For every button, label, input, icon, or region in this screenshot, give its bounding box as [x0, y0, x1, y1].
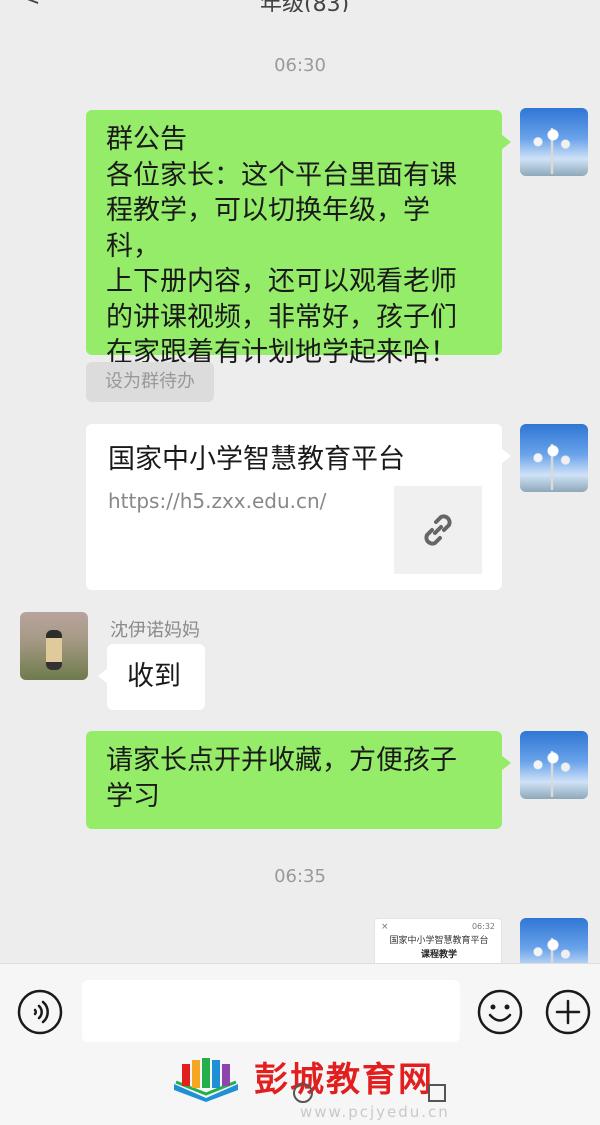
plus-icon[interactable] — [544, 988, 592, 1036]
message-line: 学习 — [106, 780, 160, 812]
watermark-brand: 彭城教育网 — [254, 1060, 434, 1100]
back-button[interactable]: < — [22, 0, 40, 11]
link-icon — [424, 514, 452, 546]
thumb-status-time: 06:32 — [471, 922, 495, 931]
watermark-url: www.pcjyedu.cn — [300, 1103, 450, 1121]
avatar[interactable] — [520, 731, 588, 799]
home-nav-icon[interactable] — [288, 1082, 318, 1104]
announcement-line: 各位家长：这个平台里面有课 — [106, 159, 457, 191]
link-card-title: 国家中小学智慧教育平台 — [108, 444, 405, 475]
set-todo-button[interactable]: 设为群待办 — [86, 362, 214, 402]
thumb-title: 国家中小学智慧教育平台 — [389, 936, 489, 946]
thumb-subtitle: 课程教学 — [420, 950, 457, 960]
avatar[interactable] — [520, 918, 588, 963]
announcement-line: 的讲课视频，非常好，孩子们 — [106, 301, 457, 333]
link-card-url: https://h5.zxx.edu.cn/ — [108, 489, 327, 513]
avatar[interactable] — [20, 612, 88, 680]
chat-title: 年级(83) — [260, 0, 349, 12]
voice-icon[interactable] — [16, 988, 64, 1036]
link-thumbnail — [394, 486, 482, 574]
message-line: 请家长点开并收藏，方便孩子 — [106, 745, 457, 776]
avatar[interactable] — [520, 108, 588, 176]
announcement-title: 群公告 — [106, 124, 187, 155]
watermark-logo-icon — [174, 1058, 238, 1102]
timestamp: 06:35 — [274, 866, 326, 887]
input-bar: 彭城教育网 — [0, 963, 600, 1125]
sender-name: 沈伊诺妈妈 — [110, 620, 200, 641]
emoji-icon[interactable] — [476, 988, 524, 1036]
announcement-bubble[interactable]: 群公告 各位家长：这个平台里面有课 程教学，可以切换年级，学科， 上下册内容，还… — [86, 110, 511, 368]
link-card[interactable]: 国家中小学智慧教育平台 https://h5.zxx.edu.cn/ — [86, 424, 511, 590]
image-message[interactable]: × 06:32 国家中小学智慧教育平台 课程教学 — [374, 918, 502, 963]
thumb-close-icon: × — [381, 922, 389, 932]
avatar[interactable] — [520, 424, 588, 492]
title-bar: < 年级(83) — [0, 0, 600, 12]
chat-area[interactable]: < 年级(83) 06:30 群公告 各位家长：这个平台里面有课 程教学，可以切… — [0, 0, 600, 963]
message-bubble[interactable]: 请家长点开并收藏，方便孩子 学习 — [86, 731, 511, 829]
message-bubble[interactable]: 收到 — [98, 644, 205, 710]
timestamp: 06:30 — [274, 55, 326, 76]
recents-nav-icon[interactable] — [426, 1082, 448, 1104]
announcement-line: 程教学，可以切换年级，学科， — [106, 195, 430, 262]
message-input[interactable] — [82, 980, 460, 1042]
announcement-line: 上下册内容，还可以观看老师 — [106, 266, 457, 297]
